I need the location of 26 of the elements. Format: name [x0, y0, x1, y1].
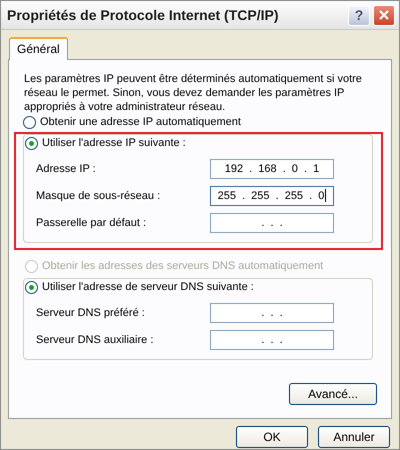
close-icon: [378, 9, 390, 21]
close-button[interactable]: [373, 4, 395, 26]
field-label: Passerelle par défaut :: [36, 216, 148, 228]
radio-button[interactable]: [25, 136, 38, 150]
window-title: Propriétés de Protocole Internet (TCP/IP): [7, 7, 280, 23]
ip-address-field[interactable]: 255 . 255 . 255 . 0: [210, 186, 334, 206]
radio-label: Utiliser l'adresse de serveur DNS suivante :: [42, 281, 254, 293]
ip-address-field[interactable]: 192 . 168 . 0 . 1: [210, 158, 334, 178]
cancel-button[interactable]: Annuler: [318, 426, 390, 448]
field-label: Masque de sous-réseau :: [36, 190, 162, 202]
ip-address-field[interactable]: . . .: [210, 330, 334, 350]
radio-button[interactable]: [23, 116, 36, 128]
radio-label: Obtenir les adresses des serveurs DNS automatiquement: [42, 260, 324, 272]
field-label: Serveur DNS auxiliaire :: [36, 334, 154, 346]
help-button[interactable]: ?: [348, 4, 370, 26]
radio-button[interactable]: [25, 280, 38, 294]
ip-address-field[interactable]: . . .: [210, 302, 334, 322]
radio-label: Utiliser l'adresse IP suivante :: [42, 137, 186, 149]
field-label: Serveur DNS préféré :: [36, 306, 146, 318]
ok-button[interactable]: OK: [236, 426, 308, 448]
tab[interactable]: Général: [9, 37, 68, 60]
advanced-button[interactable]: Avancé...: [289, 383, 377, 405]
description-text: Les paramètres IP peuvent être déterminés automatiquement si votre réseau le permet. Sinon, vous devez demander les paramètres IP appropriés à votre administrateur réseau.: [24, 72, 363, 114]
ip-address-field[interactable]: . . .: [210, 212, 334, 232]
field-label: Adresse IP :: [36, 162, 97, 174]
radio-label: Obtenir une adresse IP automatiquement: [40, 116, 241, 128]
